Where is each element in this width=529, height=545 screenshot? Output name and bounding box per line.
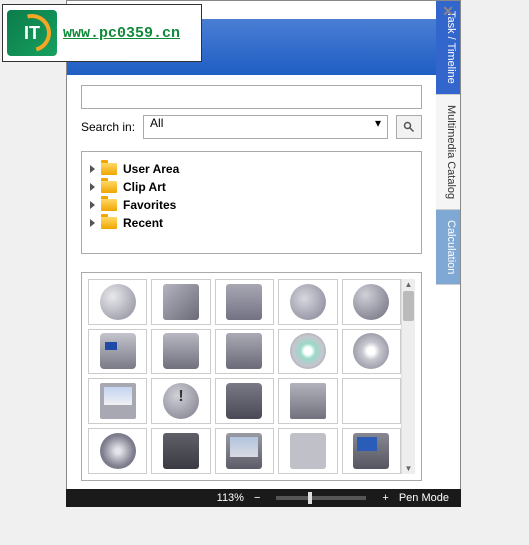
slr-camera-icon <box>226 383 262 419</box>
watermark-logo: IT <box>7 10 57 56</box>
catalog-item[interactable] <box>342 428 401 474</box>
folder-icon <box>101 181 117 193</box>
disc-icon <box>353 333 389 369</box>
zoom-out-button[interactable]: − <box>254 492 260 504</box>
zoom-level: 113% <box>217 492 244 504</box>
tools-icon <box>290 433 326 469</box>
catalog-item[interactable] <box>342 329 401 375</box>
zoom-in-button[interactable]: + <box>382 492 388 504</box>
catalog-item[interactable] <box>215 329 274 375</box>
expand-arrow-icon <box>90 219 95 227</box>
stereo-icon <box>163 433 199 469</box>
catalog-item[interactable] <box>151 428 210 474</box>
search-input[interactable] <box>81 85 422 109</box>
tree-item-favorites[interactable]: Favorites <box>90 196 413 214</box>
catalog-item[interactable] <box>151 329 210 375</box>
catalog-grid-container: ▲ ▼ <box>81 272 422 481</box>
camcorder-icon <box>100 333 136 369</box>
earth-icon <box>353 284 389 320</box>
tree-item-recent[interactable]: Recent <box>90 214 413 232</box>
zoom-slider-thumb[interactable] <box>308 492 312 504</box>
mail-at-icon <box>290 284 326 320</box>
catalog-item[interactable] <box>215 279 274 325</box>
speaker-icon <box>100 433 136 469</box>
watermark-overlay: IT www.pc0359.cn <box>2 4 202 62</box>
catalog-item[interactable] <box>88 428 147 474</box>
tree-item-clip-art[interactable]: Clip Art <box>90 178 413 196</box>
catalog-item[interactable] <box>215 428 274 474</box>
catalog-item[interactable] <box>342 279 401 325</box>
tab-calculation[interactable]: Calculation <box>436 210 460 285</box>
folder-icon <box>101 217 117 229</box>
warning-icon <box>163 383 199 419</box>
catalog-item[interactable] <box>151 279 210 325</box>
catalog-item[interactable] <box>278 329 337 375</box>
catalog-item[interactable] <box>88 378 147 424</box>
catalog-item[interactable] <box>342 378 401 424</box>
mode-label[interactable]: Pen Mode <box>399 492 449 504</box>
folder-icon <box>101 163 117 175</box>
catalog-item[interactable] <box>278 378 337 424</box>
monitor-icon <box>100 383 136 419</box>
search-in-value: All <box>150 116 163 130</box>
catalog-grid <box>88 279 401 474</box>
floppy-icon <box>290 383 326 419</box>
search-button[interactable] <box>396 115 422 139</box>
scroll-up-icon[interactable]: ▲ <box>402 279 415 291</box>
tree-label: Favorites <box>123 198 176 212</box>
tree-label: Clip Art <box>123 180 166 194</box>
expand-arrow-icon <box>90 201 95 209</box>
books-icon <box>226 284 262 320</box>
compact-camera-icon <box>163 333 199 369</box>
scroll-thumb[interactable] <box>403 291 414 321</box>
grid-scrollbar[interactable]: ▲ ▼ <box>401 279 415 474</box>
tree-label: Recent <box>123 216 163 230</box>
tv-icon <box>226 433 262 469</box>
watermark-url: www.pc0359.cn <box>63 25 180 42</box>
chevron-down-icon: ▾ <box>375 116 381 130</box>
main-panel: Search in: All ▾ User Area Clip Art <box>67 1 436 489</box>
zoom-slider[interactable] <box>276 496 366 500</box>
book-icon <box>163 284 199 320</box>
catalog-item[interactable] <box>151 378 210 424</box>
drive-icon <box>353 383 389 419</box>
catalog-item[interactable] <box>88 329 147 375</box>
folder-icon <box>101 199 117 211</box>
tree-item-user-area[interactable]: User Area <box>90 160 413 178</box>
search-icon <box>403 121 415 133</box>
app-window: ✕ Search in: All ▾ User Area <box>66 0 461 490</box>
folder-tree: User Area Clip Art Favorites Recent <box>81 151 422 254</box>
close-icon[interactable]: ✕ <box>442 3 454 20</box>
expand-arrow-icon <box>90 183 95 191</box>
scroll-down-icon[interactable]: ▼ <box>402 462 415 474</box>
catalog-item[interactable] <box>215 378 274 424</box>
search-in-label: Search in: <box>81 120 135 134</box>
search-in-select[interactable]: All ▾ <box>143 115 388 139</box>
cd-icon <box>290 333 326 369</box>
media-player-icon <box>353 433 389 469</box>
globe-icon <box>100 284 136 320</box>
photo-stack-icon <box>226 333 262 369</box>
catalog-item[interactable] <box>278 279 337 325</box>
catalog-item[interactable] <box>88 279 147 325</box>
right-sidebar: Task / Timeline Multimedia Catalog Calcu… <box>436 1 460 489</box>
status-bar: 113% − + Pen Mode <box>66 489 461 507</box>
tab-multimedia-catalog[interactable]: Multimedia Catalog <box>436 95 460 210</box>
tree-label: User Area <box>123 162 179 176</box>
catalog-item[interactable] <box>278 428 337 474</box>
expand-arrow-icon <box>90 165 95 173</box>
